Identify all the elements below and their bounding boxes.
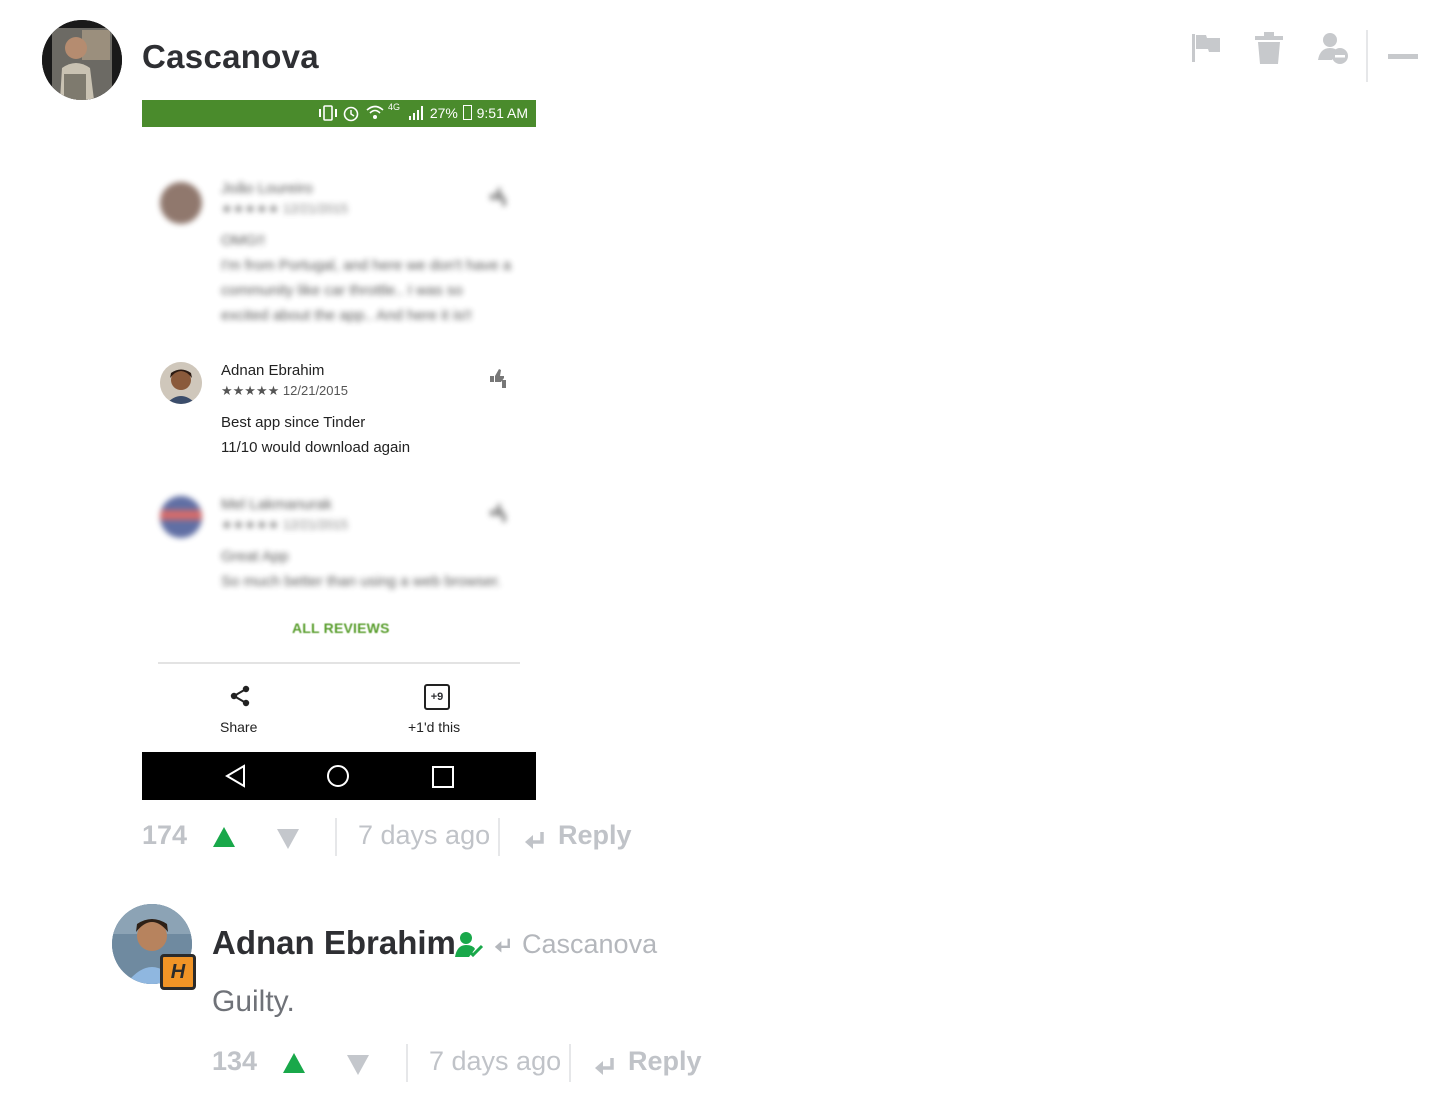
review-title: Best app since Tinder (221, 414, 366, 431)
reply-icon[interactable] (594, 1054, 616, 1085)
footer-divider (335, 818, 337, 856)
attached-screenshot[interactable]: 4G 27% 9:51 AM João Loureiro ★★★★★ 12/21… (142, 100, 536, 800)
site-badge-icon: H (160, 954, 196, 990)
review-text-line: I'm from Portugal, and here we don't hav… (221, 257, 512, 274)
thumbs-icon (488, 184, 512, 208)
reply-button[interactable]: Reply (558, 820, 632, 851)
review-title: Great App (221, 548, 289, 565)
review-stars: ★★★★★ (221, 517, 280, 532)
plus-one-label[interactable]: +1'd this (408, 719, 460, 735)
back-icon[interactable] (224, 764, 248, 793)
review-meta: ★★★★★ 12/21/2015 (221, 517, 348, 533)
android-status-bar: 4G 27% 9:51 AM (142, 100, 536, 127)
comment-author[interactable]: Cascanova (142, 38, 319, 76)
reviewer-avatar (160, 362, 202, 404)
reviewer-avatar (160, 496, 202, 538)
review-text-line: excited about the app.. And here it is!! (221, 307, 473, 324)
comment-footer: 134 7 days ago Reply (212, 1044, 732, 1086)
downvote-icon[interactable] (276, 826, 300, 857)
review-text-line: community like car throttle.. I was so (221, 282, 463, 299)
thumbs-icon (488, 366, 512, 390)
wifi-icon (366, 105, 384, 124)
reviewer-name: Adnan Ebrahim (221, 362, 325, 379)
commenter-avatar[interactable] (42, 20, 122, 100)
battery-percent: 27% (429, 105, 458, 121)
android-nav-bar (142, 752, 536, 800)
review-item: Mel Lakmanurak ★★★★★ 12/21/2015 Great Ap… (142, 486, 536, 596)
all-reviews-link[interactable]: ALL REVIEWS (292, 620, 390, 636)
collapse-icon[interactable] (1388, 54, 1418, 59)
comment-timestamp[interactable]: 7 days ago (429, 1046, 561, 1077)
ban-user-icon[interactable] (1316, 32, 1350, 69)
reviewer-avatar (160, 182, 202, 224)
reply-button[interactable]: Reply (628, 1046, 702, 1077)
review-item: João Loureiro ★★★★★ 12/21/2015 OMG!! I'm… (142, 170, 536, 340)
recents-icon[interactable] (431, 765, 455, 794)
divider (158, 662, 520, 664)
footer-divider (569, 1044, 571, 1082)
upvote-icon[interactable] (212, 824, 236, 855)
review-text-line: So much better than using a web browser. (221, 573, 502, 590)
share-icon[interactable] (228, 684, 252, 713)
moderation-toolbar (1190, 30, 1430, 84)
review-date: 12/21/2015 (282, 201, 348, 216)
toolbar-divider (1366, 30, 1368, 82)
review-stars: ★★★★★ (221, 383, 280, 398)
reply-parent-link[interactable]: Cascanova (522, 929, 657, 960)
footer-divider (406, 1044, 408, 1082)
status-time: 9:51 AM (476, 105, 528, 121)
flag-icon[interactable] (1190, 32, 1222, 69)
home-icon[interactable] (326, 764, 350, 793)
review-date: 12/21/2015 (282, 383, 348, 398)
alarm-icon (342, 105, 360, 126)
thumbs-icon (488, 500, 512, 524)
review-meta: ★★★★★ 12/21/2015 (221, 201, 348, 217)
reviewer-name: Mel Lakmanurak (221, 496, 332, 513)
verified-user-icon (454, 931, 484, 964)
reply-icon[interactable] (524, 828, 546, 859)
downvote-icon[interactable] (346, 1052, 370, 1083)
reply-author[interactable]: Adnan Ebrahim (212, 924, 456, 962)
share-label[interactable]: Share (220, 719, 257, 735)
comment-footer: 174 7 days ago Reply (142, 818, 662, 860)
review-title: OMG!! (221, 232, 266, 249)
comment-timestamp[interactable]: 7 days ago (358, 820, 490, 851)
plus-one-icon[interactable]: +9 (424, 684, 450, 710)
review-text-line: 11/10 would download again (221, 439, 411, 456)
network-type: 4G (388, 102, 401, 112)
review-meta: ★★★★★ 12/21/2015 (221, 383, 348, 399)
reviewer-name: João Loureiro (221, 180, 313, 197)
vote-count: 174 (142, 820, 188, 850)
vote-count: 134 (212, 1046, 258, 1076)
review-item: Adnan Ebrahim ★★★★★ 12/21/2015 Best app … (142, 352, 536, 472)
review-date: 12/21/2015 (282, 517, 348, 532)
trash-icon[interactable] (1254, 32, 1284, 69)
status-battery-time: 27% 9:51 AM (430, 105, 528, 121)
upvote-icon[interactable] (282, 1050, 306, 1081)
signal-icon (408, 105, 424, 124)
reply-to-icon (494, 937, 512, 960)
badge-text: H (170, 961, 186, 983)
reply-body: Guilty. (212, 985, 295, 1018)
battery-icon (462, 105, 472, 120)
footer-divider (498, 818, 500, 856)
vibrate-icon (318, 105, 338, 124)
review-stars: ★★★★★ (221, 201, 280, 216)
